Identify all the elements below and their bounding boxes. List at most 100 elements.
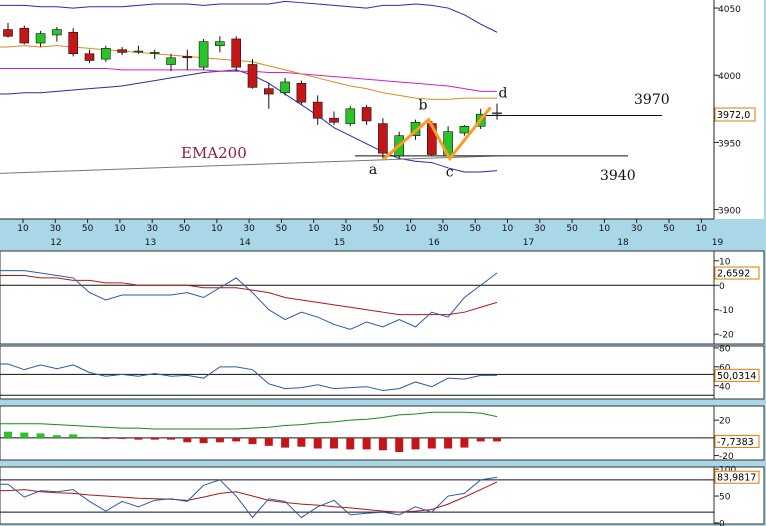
macd-panel: 10 0 -10 -20 2,6592 [0, 250, 765, 345]
stochastic-panel-tick-label: 50 [719, 493, 731, 503]
histogram-panel-bar [395, 437, 404, 453]
time-tick-label: 10 [599, 224, 611, 234]
macd-panel-tick-label: 0 [719, 282, 725, 292]
day-label: 15 [334, 238, 345, 248]
histogram-panel-bar [20, 432, 29, 438]
macd-panel-plot [0, 250, 715, 345]
bearish-candle [19, 27, 30, 44]
histogram-panel-value-text: -7,7383 [717, 437, 754, 448]
bearish-candle [296, 83, 307, 103]
bearish-candle [361, 107, 372, 122]
macd-panel-tick-label: 10 [719, 257, 731, 267]
day-label: 12 [50, 238, 61, 248]
time-tick-label: 30 [631, 224, 643, 234]
histogram-panel-bar [134, 437, 143, 440]
day-label: 19 [712, 238, 724, 248]
day-label: 18 [617, 238, 629, 248]
bearish-candle [312, 101, 323, 119]
histogram-panel-bar [199, 437, 208, 444]
histogram-panel-tick-label: -20 [719, 452, 734, 462]
bullish-candle [133, 50, 144, 53]
bearish-candle [231, 38, 241, 68]
bullish-candle [459, 125, 470, 134]
pattern-point-a: a [369, 162, 377, 178]
time-axis: 10 30 50 10 30 50 10 30 50 10 30 50 10 30 50 10 30 50 10 30… [0, 218, 724, 249]
time-tick-label: 10 [114, 224, 126, 234]
bearish-candle [68, 31, 78, 55]
time-tick-label: 50 [373, 224, 385, 234]
rsi-panel: 80604050,0314 [0, 344, 765, 400]
stochastic-panel-value-text: 83,9817 [717, 473, 756, 484]
bullish-candle [52, 29, 62, 36]
bearish-candle [84, 53, 95, 61]
histogram-panel-bar [118, 437, 127, 439]
histogram-panel-bar [264, 437, 273, 446]
histogram-panel-bar [101, 437, 110, 439]
histogram-panel-bar [69, 434, 78, 438]
bullish-candle [101, 48, 111, 60]
histogram-panel-bar [444, 437, 453, 449]
time-tick-label: 50 [566, 224, 578, 234]
histogram-panel-plot [0, 405, 715, 461]
bearish-candle [378, 123, 388, 154]
bullish-candle [149, 52, 160, 54]
bearish-candle [247, 64, 258, 88]
ema200-label: EMA200 [181, 144, 247, 162]
rsi-panel-tick-label: 80 [719, 344, 731, 354]
bearish-candle [182, 56, 193, 59]
pattern-point-d: d [498, 85, 507, 101]
histogram-panel: 200-20-7,7383 [0, 405, 765, 462]
price-tick-label: 4050 [718, 5, 741, 15]
stochastic-panel-tick-label: 0 [719, 519, 725, 526]
histogram-panel-bar [248, 437, 257, 445]
main-price-panel [0, 0, 714, 219]
time-tick-label: 30 [50, 224, 62, 234]
macd-panel-tick-label: -20 [719, 331, 734, 341]
rsi-panel-plot [0, 345, 715, 400]
price-tick-label: 3950 [718, 139, 741, 149]
histogram-panel-bar [330, 437, 338, 449]
time-tick-label: 10 [405, 224, 417, 234]
histogram-panel-bar [4, 431, 12, 438]
histogram-panel-bar [362, 437, 371, 450]
pattern-point-c: c [446, 165, 454, 181]
histogram-panel-bar [346, 437, 355, 450]
time-tick-label: 30 [534, 224, 546, 234]
stochastic-panel-plot [0, 466, 715, 525]
histogram-panel-bar [85, 436, 94, 438]
pattern-point-b: b [419, 98, 428, 114]
time-tick-label: 10 [17, 224, 29, 234]
day-label: 17 [523, 238, 534, 248]
bullish-candle [166, 57, 176, 65]
price-tick-label: 4000 [718, 72, 741, 82]
time-tick-label: 50 [469, 224, 481, 234]
time-tick-label: 10 [696, 224, 708, 234]
histogram-panel-bar [493, 437, 501, 442]
histogram-panel-bar [52, 435, 61, 438]
level-3970-label: 3970 [634, 92, 670, 108]
histogram-panel-bar [36, 433, 45, 438]
histogram-panel-bar [411, 437, 420, 450]
rsi-panel-value-text: 50,0314 [717, 371, 756, 382]
price-tick-label: 3900 [718, 207, 741, 217]
day-label: 14 [239, 238, 251, 248]
time-tick-label: 30 [340, 224, 352, 234]
histogram-panel-bar [183, 437, 192, 443]
time-tick-label: 50 [179, 224, 191, 234]
bullish-candle [492, 112, 502, 115]
histogram-panel-bar [313, 437, 322, 449]
price-chart-canvas: 4050 4000 3950 3900 10 30 50 10 30 50 10 30 50 10 30 5… [0, 0, 765, 526]
svg-text:3972,0: 3972,0 [717, 110, 750, 121]
histogram-panel-bar [378, 437, 387, 451]
histogram-panel-bar [427, 437, 436, 449]
time-tick-label: 30 [146, 224, 158, 234]
time-tick-label: 50 [82, 224, 94, 234]
bearish-candle [329, 117, 339, 123]
indicator-panels: 10 0 -10 -20 2,6592 80604050,0314 20 0 -20 -7,738… [0, 250, 765, 526]
bearish-candle [117, 49, 127, 53]
time-tick-label: 10 [502, 224, 514, 234]
day-label: 13 [145, 238, 156, 248]
histogram-panel-bar [460, 437, 469, 448]
time-tick-label: 10 [308, 224, 320, 234]
time-tick-label: 30 [437, 224, 449, 234]
